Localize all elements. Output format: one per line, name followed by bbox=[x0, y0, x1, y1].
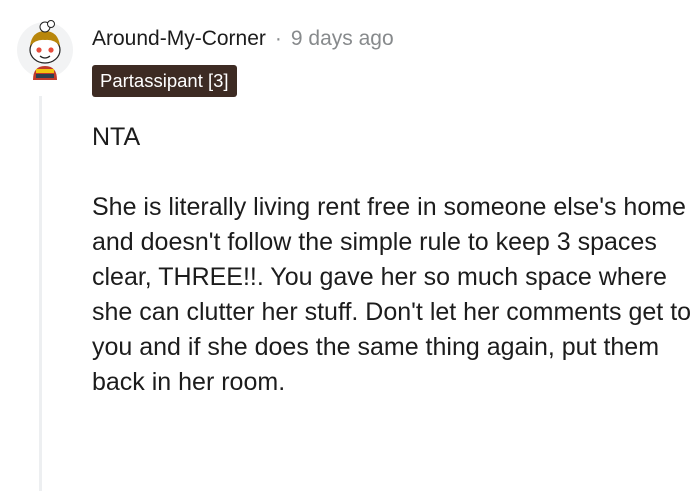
comment-paragraph: She is literally living rent free in som… bbox=[92, 193, 692, 396]
comment-body: NTA She is literally living rent free in… bbox=[92, 120, 692, 400]
comment-paragraph: NTA bbox=[92, 123, 141, 151]
comment: Around-My-Corner · 9 days ago Partassipa… bbox=[0, 0, 700, 491]
avatar[interactable] bbox=[16, 16, 74, 86]
thread-line[interactable] bbox=[39, 96, 42, 491]
meta-separator: · bbox=[274, 27, 282, 50]
snoo-avatar-icon bbox=[17, 20, 73, 80]
user-flair: Partassipant [3] bbox=[92, 65, 237, 97]
timestamp[interactable]: 9 days ago bbox=[291, 27, 394, 51]
comment-meta: Around-My-Corner · 9 days ago bbox=[92, 24, 394, 54]
author-link[interactable]: Around-My-Corner bbox=[92, 27, 266, 51]
